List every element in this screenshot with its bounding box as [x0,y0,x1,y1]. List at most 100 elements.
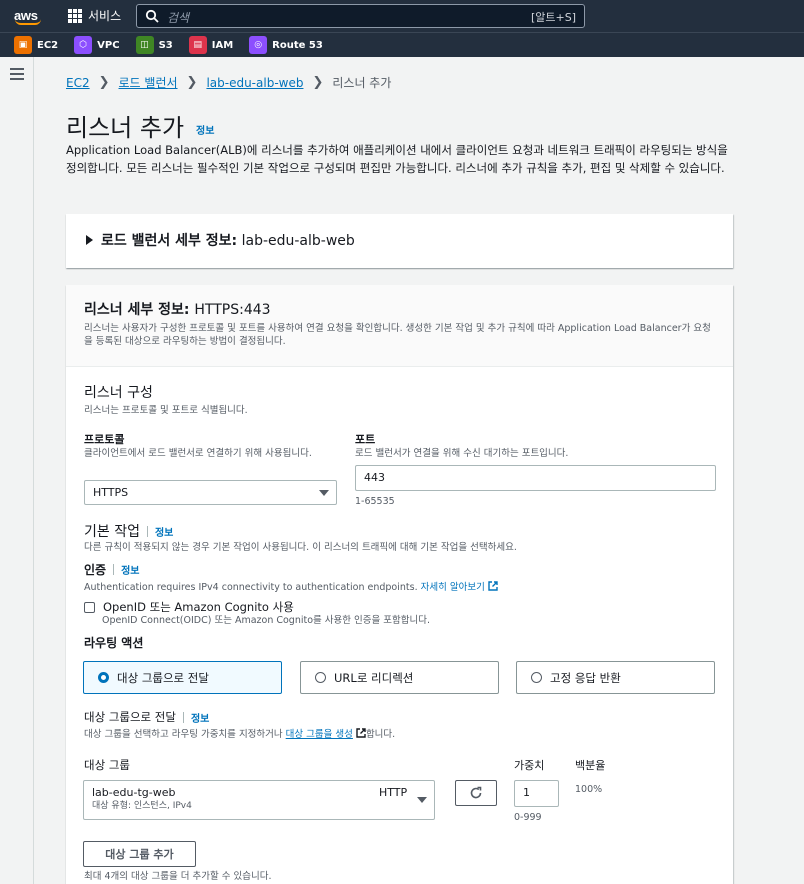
external-link-icon [356,728,366,738]
listener-details-description: 리스너는 사용자가 구성한 프로토콜 및 포트를 사용하여 연결 요청을 확인합… [84,323,711,347]
breadcrumb-ec2[interactable]: EC2 [66,76,90,90]
percent-label: 백분율 [575,759,606,772]
page-info-link[interactable]: 정보 [196,122,214,137]
divider [182,711,184,723]
sidebar-divider [33,57,34,884]
weight-input[interactable]: 1 [514,780,559,807]
default-action-title: 기본 작업 [84,524,140,540]
breadcrumb-current: 리스너 추가 [332,76,392,90]
search-input[interactable]: 검색 [알트+S] [136,4,585,28]
auth-title: 인증 [84,563,107,577]
top-navigation: aws 서비스 검색 [알트+S] [0,0,804,32]
vpc-icon: ⬡ [74,36,93,54]
ec2-icon: ▣ [14,36,32,54]
port-input[interactable]: 443 [355,465,716,491]
radio-unselected [531,672,542,683]
target-group-protocol: HTTP [379,786,408,799]
favorite-label: IAM [211,39,234,51]
route53-icon: ◎ [249,36,268,54]
routing-option-redirect[interactable]: URL로 리디렉션 [300,661,499,694]
oidc-checkbox-description: OpenID Connect(OIDC) 또는 Amazon Cognito를 … [102,615,430,626]
learn-more-link[interactable]: 자세히 알아보기 [421,582,485,593]
page-title: 리스너 추가 [66,114,185,142]
search-placeholder: 검색 [167,11,190,25]
s3-icon: ◫ [135,36,154,54]
auth-description: Authentication requires IPv4 connectivit… [84,582,418,593]
routing-option-label: 고정 응답 반환 [550,670,621,685]
protocol-description: 클라이언트에서 로드 밸런서로 연결하기 위해 사용됩니다. [84,448,312,459]
oidc-checkbox-row[interactable]: OpenID 또는 Amazon Cognito 사용 [84,599,294,615]
load-balancer-details-panel[interactable]: 로드 밸런서 세부 정보: lab-edu-alb-web [66,214,733,268]
port-label: 포트 [355,433,376,446]
target-group-name: lab-edu-tg-web [92,786,176,799]
listener-details-panel: 리스너 세부 정보: HTTPS:443 리스너는 사용자가 구성한 프로토콜 … [66,285,733,884]
caret-down-icon [417,797,427,803]
protocol-label: 프로토콜 [84,433,125,446]
add-target-group-button[interactable]: 대상 그룹 추가 [83,841,196,867]
radio-selected [98,672,109,683]
search-icon [145,9,159,23]
favorite-label: Route 53 [272,39,323,51]
listener-config-title: 리스너 구성 [84,385,153,401]
favorite-ec2[interactable]: ▣ EC2 [14,36,58,54]
protocol-value: HTTPS [93,486,129,499]
favorite-route53[interactable]: ◎ Route 53 [249,36,323,54]
routing-option-label: URL로 리디렉션 [334,670,414,685]
favorite-iam[interactable]: ▤ IAM [188,36,234,54]
port-description: 로드 밸런서가 연결을 위해 수신 대기하는 포트입니다. [355,448,569,459]
iam-icon: ▤ [188,36,207,54]
oidc-checkbox[interactable] [84,601,95,613]
refresh-icon [470,786,482,799]
protocol-select[interactable]: HTTPS [84,480,337,505]
favorite-label: S3 [158,39,173,51]
external-link-icon [488,581,498,591]
search-shortcut: [알트+S] [530,11,576,24]
aws-smile-icon [15,19,41,25]
caret-right-icon [86,235,93,245]
create-target-group-link[interactable]: 대상 그룹을 생성 [286,729,353,740]
forward-title: 대상 그룹으로 전달 [84,710,176,724]
forward-desc-before: 대상 그룹을 선택하고 라우팅 가중치를 지정하거나 [84,729,283,740]
favorite-label: EC2 [37,39,59,51]
favorite-vpc[interactable]: ⬡ VPC [74,36,120,54]
default-action-info-link[interactable]: 정보 [155,524,173,539]
favorite-s3[interactable]: ◫ S3 [135,36,173,54]
chevron-right-icon: ❯ [186,75,198,90]
breadcrumb: EC2 ❯ 로드 밸런서 ❯ lab-edu-alb-web ❯ 리스너 추가 [66,74,391,91]
oidc-checkbox-label: OpenID 또는 Amazon Cognito 사용 [103,600,294,614]
weight-constraint: 0-999 [514,812,542,823]
refresh-button[interactable] [455,780,497,806]
add-target-group-hint: 최대 4개의 대상 그룹을 더 추가할 수 있습니다. [84,871,272,882]
favorites-bar: ▣ EC2 ⬡ VPC ◫ S3 ▤ IAM ◎ Route 53 [0,32,804,57]
divider [146,525,148,537]
listener-details-header: 리스너 세부 정보: HTTPS:443 [84,299,271,319]
listener-details-label: 리스너 세부 정보: [84,302,190,318]
breadcrumb-load-balancers[interactable]: 로드 밸런서 [119,74,178,91]
forward-desc-after: 합니다. [365,729,396,740]
listener-details-value: HTTPS:443 [194,302,271,318]
target-group-select[interactable]: lab-edu-tg-web HTTP 대상 유형: 인스턴스, IPv4 [83,780,435,820]
services-menu-button[interactable]: 서비스 [68,7,121,24]
caret-down-icon [319,490,329,496]
chevron-right-icon: ❯ [312,75,324,90]
chevron-right-icon: ❯ [98,75,110,90]
routing-option-label: 대상 그룹으로 전달 [117,670,209,685]
grid-icon [68,8,82,23]
target-group-label: 대상 그룹 [84,758,130,772]
aws-logo[interactable]: aws [14,5,44,27]
default-action-description: 다른 규칙이 적용되지 않는 경우 기본 작업이 사용됩니다. 이 리스너의 트… [84,542,517,553]
favorite-label: VPC [97,39,120,51]
lb-details-label: 로드 밸런서 세부 정보: [101,233,238,249]
routing-option-fixed-response[interactable]: 고정 응답 반환 [516,661,715,694]
page-description: Application Load Balancer(ALB)에 리스너를 추가하… [66,143,728,175]
lb-details-value: lab-edu-alb-web [241,233,355,249]
menu-icon[interactable] [10,68,24,80]
auth-info-link[interactable]: 정보 [121,562,139,577]
divider [113,564,115,575]
breadcrumb-load-balancer[interactable]: lab-edu-alb-web [206,76,303,90]
percent-value: 100% [575,784,603,795]
forward-info-link[interactable]: 정보 [191,710,209,725]
weight-label: 가중치 [514,759,545,772]
routing-option-forward[interactable]: 대상 그룹으로 전달 [83,661,282,694]
port-constraint: 1-65535 [355,496,395,507]
